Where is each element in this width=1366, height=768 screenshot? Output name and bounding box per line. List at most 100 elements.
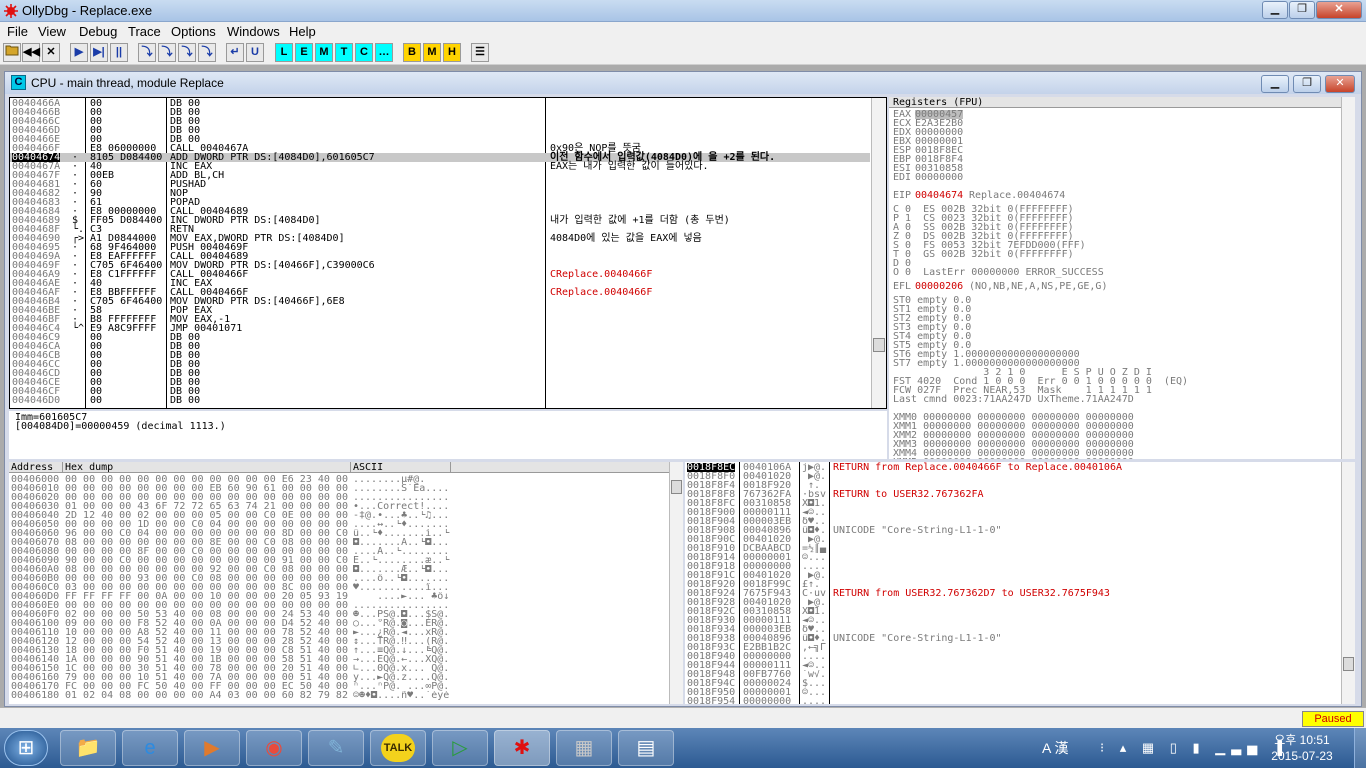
disasm-row[interactable]: 004046AE · 40 INC EAX (10, 279, 870, 289)
log-window-button[interactable]: L (275, 43, 293, 62)
disasm-scroll-thumb[interactable] (873, 338, 885, 352)
disasm-row[interactable]: 0040466A 00 DB 00 (10, 99, 870, 109)
pause-button[interactable]: || (110, 43, 128, 62)
disasm-row[interactable]: 004046A9 · E8 C1FFFFFF CALL 0040466F CReplac… (10, 270, 870, 280)
register-row[interactable]: EDI 00000000 (889, 173, 1329, 183)
disasm-row[interactable]: 004046C4 └^ E9 A8C9FFFF JMP 00401071 (10, 324, 870, 334)
taskbar-app-gom[interactable]: ▷ (432, 730, 488, 766)
menu-trace[interactable]: Trace (128, 24, 161, 39)
tray-icons[interactable]: ⁝ ▴ ▦ ▯ ▮ ▁▃▅ ▐ (1100, 740, 1288, 756)
dump-scrollbar[interactable] (669, 462, 683, 704)
dump-col-address[interactable]: Address (9, 462, 63, 473)
disasm-row[interactable]: 0040469F · C705 6F46400 MOV DWORD PTR DS:[4… (10, 261, 870, 271)
register-row-efl[interactable]: EFL 00000206 (NO,NB,NE,A,NS,PE,GE,G) (889, 282, 1329, 292)
breakpoints-button[interactable]: B (403, 43, 421, 62)
stack-scrollbar[interactable] (1341, 462, 1355, 704)
fpu-row[interactable]: Last cmnd 0023:71AA247D UxTheme.71AA247D (893, 395, 1134, 405)
menu-windows[interactable]: Windows (227, 24, 280, 39)
memory-breakpoints-button[interactable]: M (423, 43, 441, 62)
dump-row[interactable]: 00406180 01 02 04 08 00 00 00 00 A4 03 00… (9, 691, 669, 701)
flag-row[interactable]: O 0 LastErr 00000000 ERROR_SUCCESS (893, 268, 1104, 278)
disasm-row[interactable]: 0040466E 00 DB 00 (10, 135, 870, 145)
dump-pane[interactable]: Address Hex dump ASCII 00406000 00 00 00 … (9, 462, 683, 704)
taskbar-app-ie[interactable]: e (122, 730, 178, 766)
ime-indicator[interactable]: A 漢 (1042, 738, 1068, 758)
step-over-button[interactable]: ⤵ (158, 43, 176, 62)
disasm-row[interactable]: 00404689 $ FF05 D084400 INC DWORD PTR DS:[4… (10, 216, 870, 226)
hardware-breakpoints-button[interactable]: H (443, 43, 461, 62)
disasm-row[interactable]: 00404695 · 68 9F464000 PUSH 0040469F (10, 243, 870, 253)
disasm-row[interactable]: 004046CD 00 DB 00 (10, 369, 870, 379)
disasm-row[interactable]: 00404683 · 61 POPAD (10, 198, 870, 208)
cpu-window-button[interactable]: C (355, 43, 373, 62)
registers-header[interactable]: Registers (FPU) (889, 97, 1341, 108)
stack-scroll-thumb[interactable] (1343, 657, 1354, 671)
clock[interactable]: 오후 10:51 2015-07-23 (1264, 732, 1340, 764)
disasm-row[interactable]: 00404681 · 60 PUSHAD (10, 180, 870, 190)
trace-into-button[interactable]: ⤵ (178, 43, 196, 62)
cpu-restore-button[interactable]: ❐ (1293, 75, 1321, 93)
rewind-button[interactable]: ◀◀ (22, 43, 40, 62)
taskbar-app-calc[interactable]: ▦ (556, 730, 612, 766)
disasm-row[interactable]: 004046D0 00 DB 00 (10, 396, 870, 406)
disassembly-pane[interactable]: 0040466A 00 DB 00 0040466B 00 DB 00 0040466C 00… (9, 97, 887, 409)
execute-till-return-button[interactable]: ↵ (226, 43, 244, 62)
disasm-row[interactable]: 004046CB 00 DB 00 (10, 351, 870, 361)
disasm-row[interactable]: 004046BE · 58 POP EAX (10, 306, 870, 316)
disasm-row[interactable]: 0040467F · 00EB ADD BL,CH (10, 171, 870, 181)
menu-debug[interactable]: Debug (79, 24, 117, 39)
taskbar-app-talk[interactable]: TALK (370, 730, 426, 766)
flag-row[interactable]: T 0 GS 002B 32bit 0(FFFFFFFF) (893, 250, 1074, 260)
menu-view[interactable]: View (38, 24, 66, 39)
register-row-eip[interactable]: EIP 00404674 Replace.00404674 (889, 191, 1329, 201)
disasm-row[interactable]: 004046CA 00 DB 00 (10, 342, 870, 352)
xmm-row[interactable]: XMM5 00000000 00000000 00000000 00000000 (893, 458, 1134, 460)
disasm-row[interactable]: 0040467A · 40 INC EAX EAX는 내가 입력한 값이 들어있다. (10, 162, 870, 172)
menu-file[interactable]: File (7, 24, 28, 39)
start-button[interactable]: ⊞ (4, 730, 48, 766)
disasm-row[interactable]: 0040469A · E8 EAFFFFFF CALL 00404689 (10, 252, 870, 262)
disasm-row[interactable]: 00404684 · E8 00000000 CALL 00404689 (10, 207, 870, 217)
disasm-row[interactable]: 004046BF · B8 FFFFFFFF MOV EAX,-1 (10, 315, 870, 325)
disasm-row[interactable]: 004046CF 00 DB 00 (10, 387, 870, 397)
registers-pane[interactable]: Registers (FPU) EAX 00000457 ECX E2A3E2B0 ED… (889, 97, 1355, 459)
close-debug-button[interactable]: ✕ (42, 43, 60, 62)
dump-col-ascii[interactable]: ASCII (351, 462, 451, 473)
trace-over-button[interactable]: ⤵ (198, 43, 216, 62)
disasm-row[interactable]: 0040466D 00 DB 00 (10, 126, 870, 136)
registers-scrollbar[interactable] (1341, 97, 1355, 459)
more-windows-button[interactable]: … (375, 43, 393, 62)
modules-window-button[interactable]: E (295, 43, 313, 62)
disasm-row[interactable]: 004046CE 00 DB 00 (10, 378, 870, 388)
disasm-row[interactable]: 00404690 ┌> A1 D0844000 MOV EAX,DWORD PTR D… (10, 234, 870, 244)
taskbar-app-media[interactable]: ▶ (184, 730, 240, 766)
disasm-row[interactable]: 00404674 · 8105 D084400 ADD DWORD PTR DS:[4… (10, 153, 870, 163)
cpu-minimize-button[interactable]: ▁ (1261, 75, 1289, 93)
cpu-close-button[interactable]: ✕ (1325, 75, 1355, 93)
stack-pane[interactable]: 0018F8EC 0040106A j▶@. RETURN from Replace.… (685, 462, 1355, 704)
run-thread-button[interactable]: ▶| (90, 43, 108, 62)
disasm-scrollbar[interactable] (871, 98, 886, 408)
disasm-row[interactable]: 0040466C 00 DB 00 (10, 117, 870, 127)
execute-till-user-button[interactable]: U (246, 43, 264, 62)
disasm-row[interactable]: 0040468F └. C3 RETN (10, 225, 870, 235)
menu-help[interactable]: Help (289, 24, 316, 39)
taskbar-app-file[interactable]: ▤ (618, 730, 674, 766)
open-icon[interactable] (3, 43, 21, 62)
dump-scroll-thumb[interactable] (671, 480, 682, 494)
close-button[interactable]: ✕ (1316, 1, 1362, 19)
taskbar-app-chrome[interactable]: ◉ (246, 730, 302, 766)
disasm-row[interactable]: 0040466B 00 DB 00 (10, 108, 870, 118)
disasm-row[interactable]: 004046C9 00 DB 00 (10, 333, 870, 343)
show-desktop-button[interactable] (1354, 728, 1366, 768)
memory-window-button[interactable]: M (315, 43, 333, 62)
taskbar-app-ollydbg[interactable]: ✱ (494, 730, 550, 766)
run-button[interactable]: ▶ (70, 43, 88, 62)
menu-options[interactable]: Options (171, 24, 216, 39)
list-icon[interactable]: ☰ (471, 43, 489, 62)
minimize-button[interactable]: ▁ (1262, 1, 1288, 19)
step-into-button[interactable]: ⤵ (138, 43, 156, 62)
threads-window-button[interactable]: T (335, 43, 353, 62)
stack-row[interactable]: 0018F954 00000000.... (685, 697, 1341, 705)
disasm-row[interactable]: 004046B4 · C705 6F46400 MOV DWORD PTR DS:[4… (10, 297, 870, 307)
